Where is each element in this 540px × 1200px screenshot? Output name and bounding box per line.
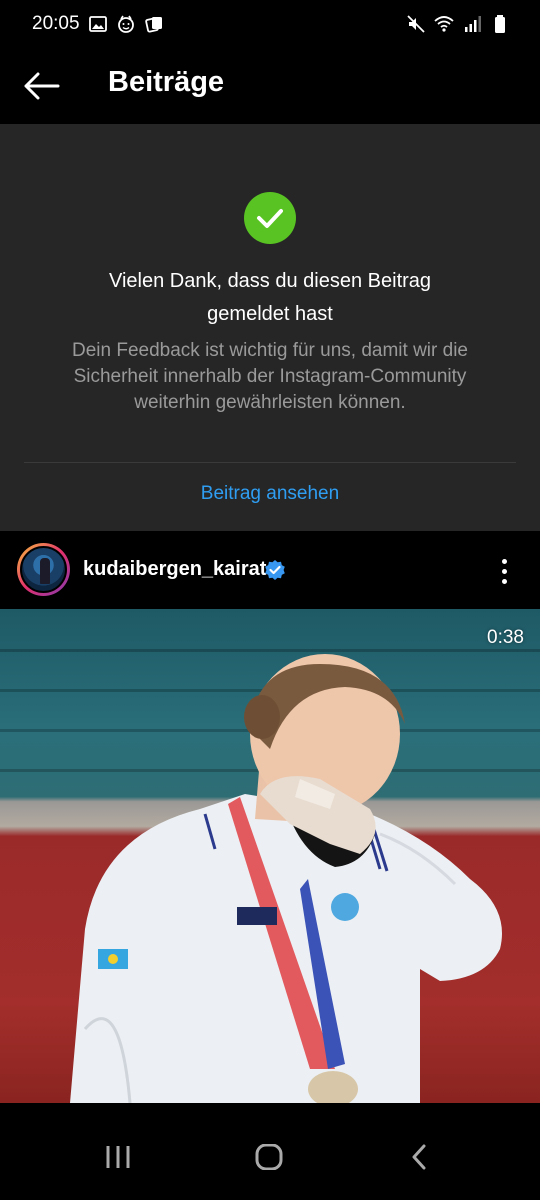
confirmation-description: Dein Feedback ist wichtig für uns, damit… <box>72 340 468 413</box>
divider <box>24 462 516 463</box>
mute-icon <box>407 15 425 33</box>
notification-icon <box>145 17 162 33</box>
back-button[interactable] <box>20 64 64 108</box>
avatar[interactable] <box>17 543 70 596</box>
recent-apps-button[interactable] <box>98 1139 138 1175</box>
post-header: kudaibergen_kairat <box>0 531 540 609</box>
status-time: 20:05 <box>32 13 80 34</box>
face-icon <box>118 15 134 33</box>
video-frame-athlete <box>70 654 502 1103</box>
verified-badge-icon <box>265 560 285 580</box>
nav-back-button[interactable] <box>400 1139 440 1175</box>
report-confirmation-card: Vielen Dank, dass du diesen Beitrag geme… <box>0 124 540 531</box>
signal-icon <box>465 16 481 32</box>
page-title: Beiträge <box>108 66 225 98</box>
home-icon <box>255 1144 283 1170</box>
arrow-left-icon <box>24 72 60 100</box>
system-navigation-bar <box>0 1103 540 1200</box>
battery-icon <box>495 15 505 33</box>
image-icon <box>89 16 107 32</box>
check-circle-icon <box>244 192 296 244</box>
post-username[interactable]: kudaibergen_kairat <box>83 558 266 581</box>
app-header: Beiträge <box>0 48 540 124</box>
status-bar: 20:05 <box>0 0 540 48</box>
more-options-button[interactable] <box>488 553 520 589</box>
post-video[interactable]: 0:38 <box>0 609 540 1103</box>
home-button[interactable] <box>249 1139 289 1175</box>
back-icon <box>412 1144 426 1170</box>
more-vertical-icon <box>501 558 507 564</box>
video-duration: 0:38 <box>487 627 524 648</box>
status-notification-icons <box>88 14 164 34</box>
wifi-icon <box>434 16 454 32</box>
view-post-link[interactable]: Beitrag ansehen <box>0 483 540 505</box>
confirmation-title: Vielen Dank, dass du diesen Beitrag geme… <box>108 270 432 325</box>
status-system-icons <box>406 14 510 34</box>
recent-apps-icon <box>106 1146 130 1168</box>
